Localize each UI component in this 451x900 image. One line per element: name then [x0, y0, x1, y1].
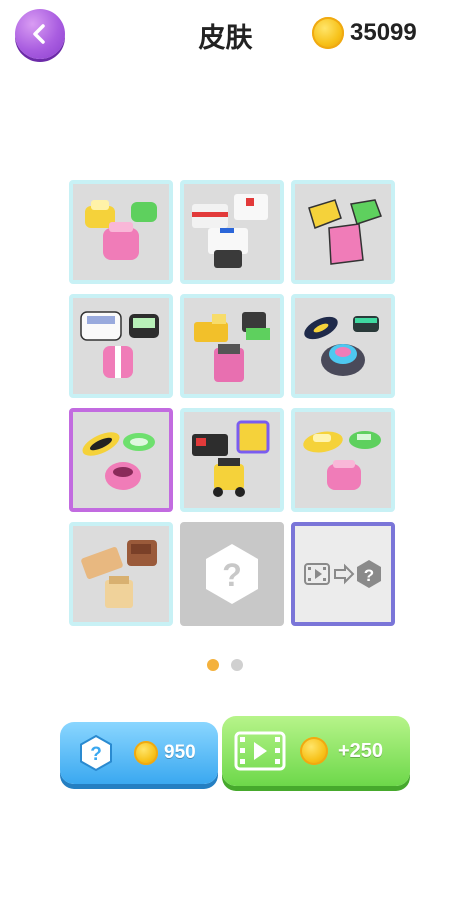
skin-slot-8[interactable]: [180, 408, 284, 512]
car-group-icon: [308, 199, 382, 265]
skin-slot-4[interactable]: [69, 294, 173, 398]
van-group-icon: [80, 311, 159, 378]
skin-slot-9[interactable]: [291, 408, 395, 512]
skin-slot-1[interactable]: [69, 180, 173, 284]
svg-text:?: ?: [90, 744, 102, 765]
coin-balance: 35099: [312, 15, 417, 51]
buy-price: 950: [164, 742, 196, 763]
car-group-icon: [85, 200, 157, 260]
film-play-icon: [234, 731, 286, 771]
truck-group-icon: [194, 312, 270, 382]
ad-reward: +250: [338, 739, 384, 762]
page-dot-1[interactable]: [207, 659, 219, 671]
emergency-vehicles-icon: [192, 194, 268, 268]
skin-slot-6[interactable]: [291, 294, 395, 398]
question-hexagon-icon: ?: [206, 544, 258, 604]
car-group-icon: [303, 431, 381, 490]
skin-slot-10[interactable]: [69, 522, 173, 626]
svg-text:?: ?: [222, 557, 242, 593]
coin-icon: [300, 737, 328, 765]
page-indicator: [207, 659, 243, 671]
skin-slot-2[interactable]: [180, 180, 284, 284]
buy-random-skin-button[interactable]: ? 950: [60, 722, 218, 784]
skin-slot-3[interactable]: [291, 180, 395, 284]
skin-slot-7[interactable]: [69, 408, 173, 512]
skin-grid: ? ?: [69, 180, 396, 626]
svg-text:?: ?: [364, 566, 374, 585]
coin-icon: [312, 17, 344, 49]
race-car-group-icon: [82, 432, 155, 490]
skin-slot-11-locked[interactable]: ?: [180, 522, 284, 626]
page-dot-2[interactable]: [231, 659, 243, 671]
skin-slot-12-video-unlock[interactable]: ?: [291, 522, 395, 626]
wooden-car-group-icon: [81, 540, 157, 608]
monster-truck-group-icon: [192, 420, 270, 497]
video-to-question-icon: ?: [304, 560, 381, 588]
coin-icon: [134, 741, 158, 765]
watch-ad-button[interactable]: +250: [222, 716, 410, 786]
spaceship-group-icon: [304, 316, 379, 376]
skin-slot-5[interactable]: [180, 294, 284, 398]
question-hexagon-icon: ?: [80, 734, 112, 772]
coin-count: 35099: [350, 19, 417, 46]
